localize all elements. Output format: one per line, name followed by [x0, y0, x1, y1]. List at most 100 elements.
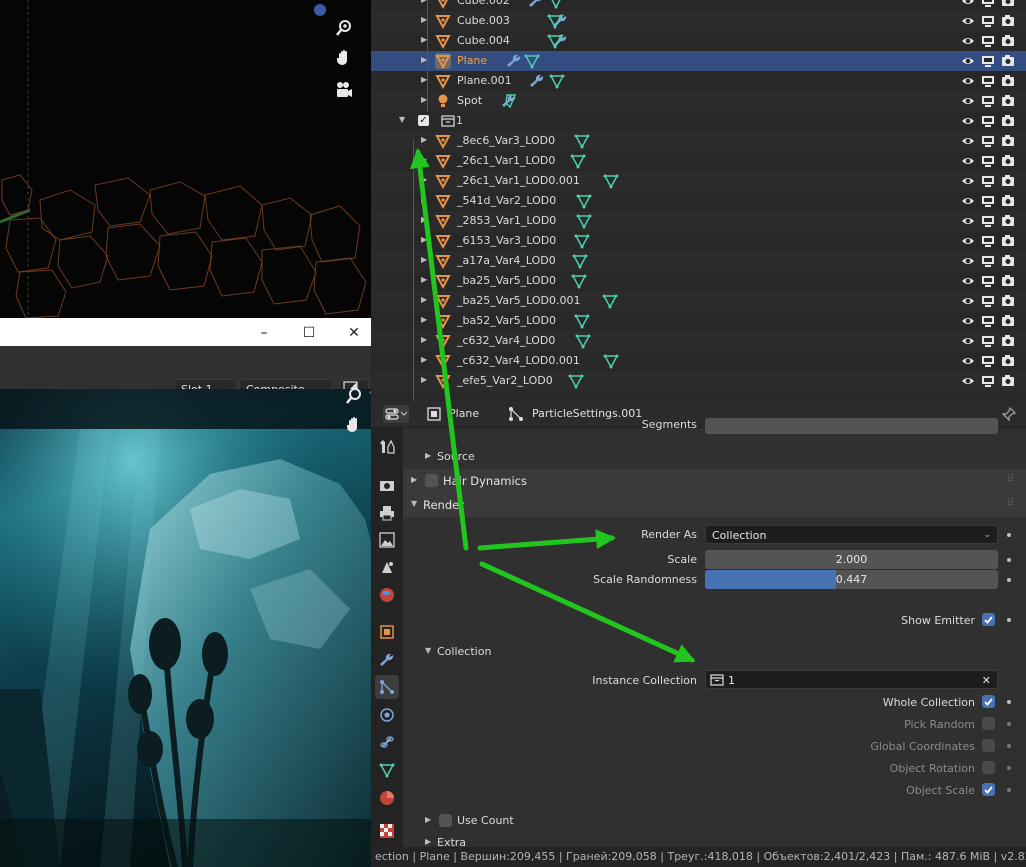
camera-icon[interactable] — [1001, 94, 1015, 108]
pin-icon[interactable] — [1002, 407, 1016, 421]
monitor-icon[interactable] — [981, 194, 995, 208]
mesh-data-icon[interactable] — [576, 193, 592, 209]
outliner-row[interactable]: ▶ Cube.004 — [371, 31, 1026, 51]
eye-icon[interactable] — [961, 334, 975, 348]
whole-collection-checkbox[interactable] — [982, 695, 995, 708]
mesh-data-icon[interactable] — [547, 33, 563, 49]
keyframe-dot[interactable] — [1007, 533, 1011, 537]
3d-viewport[interactable] — [0, 0, 371, 318]
drag-grip-icon[interactable]: ⠿ — [1007, 474, 1015, 485]
tab-texture[interactable] — [375, 819, 399, 843]
monitor-icon[interactable] — [981, 0, 995, 8]
outliner-item-name[interactable]: _8ec6_Var3_LOD0 — [457, 134, 555, 147]
use-count-subpanel[interactable]: ▶ Use Count — [403, 809, 1026, 831]
tab-output[interactable] — [375, 501, 399, 525]
tab-physics[interactable] — [375, 703, 399, 727]
outliner-item-name[interactable]: _26c1_Var1_LOD0 — [457, 154, 555, 167]
mesh-data-icon[interactable] — [549, 73, 565, 89]
mesh-data-icon[interactable] — [548, 0, 564, 9]
keyframe-dot[interactable] — [1007, 788, 1011, 792]
keyframe-dot[interactable] — [1007, 766, 1011, 770]
mesh-data-icon[interactable] — [568, 373, 584, 389]
mesh-data-icon[interactable] — [576, 213, 592, 229]
camera-icon[interactable] — [1001, 74, 1015, 88]
monitor-icon[interactable] — [981, 294, 995, 308]
keyframe-dot[interactable] — [1007, 558, 1011, 562]
extra-subpanel[interactable]: ▶ Extra — [403, 835, 1026, 847]
mesh-data-icon[interactable] — [571, 273, 587, 289]
scale-field[interactable]: 2.000 — [705, 550, 998, 569]
mesh-data-icon[interactable] — [570, 153, 586, 169]
use-count-checkbox[interactable] — [439, 814, 452, 827]
outliner[interactable]: ▶Cube.002▶Cube.003▶Cube.004▶Plane▶Plane.… — [371, 0, 1026, 401]
outliner-item-name[interactable]: _26c1_Var1_LOD0.001 — [457, 174, 580, 187]
camera-icon[interactable] — [1001, 234, 1015, 248]
pick-random-checkbox[interactable] — [982, 717, 995, 730]
tab-data[interactable] — [375, 758, 399, 782]
tab-modifiers[interactable] — [375, 648, 399, 672]
outliner-item-name[interactable]: Spot — [457, 94, 482, 107]
monitor-icon[interactable] — [981, 74, 995, 88]
maximize-button[interactable]: ☐ — [298, 322, 320, 344]
collapsed-arrow-icon[interactable]: ▶ — [421, 155, 427, 164]
collapsed-arrow-icon[interactable]: ▶ — [421, 255, 427, 264]
collapsed-arrow-icon[interactable]: ▶ — [421, 335, 427, 344]
eye-icon[interactable] — [961, 194, 975, 208]
keyframe-dot[interactable] — [1007, 578, 1011, 582]
monitor-icon[interactable] — [981, 154, 995, 168]
keyframe-dot[interactable] — [1007, 744, 1011, 748]
global-coordinates-checkbox[interactable] — [982, 739, 995, 752]
collapsed-arrow-icon[interactable]: ▶ — [421, 315, 427, 324]
mesh-data-icon[interactable] — [574, 233, 590, 249]
keyframe-dot[interactable] — [1007, 722, 1011, 726]
eye-icon[interactable] — [961, 214, 975, 228]
outliner-item-name[interactable]: _c632_Var4_LOD0 — [457, 334, 555, 347]
breadcrumb-object[interactable]: Plane — [449, 407, 479, 420]
eye-icon[interactable] — [961, 134, 975, 148]
zoom-icon[interactable] — [342, 384, 366, 408]
hair-dynamics-panel-header[interactable]: ▶ Hair Dynamics ⠿ — [403, 469, 1026, 493]
outliner-row[interactable]: ▶ _c632_Var4_LOD0 — [371, 331, 1026, 351]
render-panel-header[interactable]: ▼ Render ⠿ — [403, 493, 1026, 517]
camera-icon[interactable] — [1001, 194, 1015, 208]
outliner-item-name[interactable]: _6153_Var3_LOD0 — [457, 234, 556, 247]
tab-material[interactable] — [375, 786, 399, 810]
outliner-item-name[interactable]: _ba52_Var5_LOD0 — [457, 314, 556, 327]
eye-icon[interactable] — [961, 94, 975, 108]
wrench-icon[interactable] — [528, 0, 544, 9]
render-as-dropdown[interactable]: Collection ⌄ — [705, 525, 998, 544]
mesh-data-icon[interactable] — [547, 13, 563, 29]
eye-icon[interactable] — [961, 314, 975, 328]
monitor-icon[interactable] — [981, 214, 995, 228]
collapsed-arrow-icon[interactable]: ▶ — [421, 295, 427, 304]
eye-icon[interactable] — [961, 174, 975, 188]
outliner-row[interactable]: ▶ _26c1_Var1_LOD0 — [371, 151, 1026, 171]
collapsed-arrow-icon[interactable]: ▶ — [421, 195, 427, 204]
outliner-row[interactable]: ▶ Cube.003 — [371, 11, 1026, 31]
collapsed-arrow-icon[interactable]: ▶ — [421, 135, 427, 144]
eye-icon[interactable] — [961, 14, 975, 28]
tab-view-layer[interactable] — [375, 528, 399, 552]
object-scale-checkbox[interactable] — [982, 783, 995, 796]
monitor-icon[interactable] — [981, 234, 995, 248]
monitor-icon[interactable] — [981, 54, 995, 68]
collapsed-arrow-icon[interactable]: ▶ — [421, 175, 427, 184]
keyframe-dot[interactable] — [1007, 618, 1011, 622]
eye-icon[interactable] — [961, 374, 975, 388]
tab-world[interactable] — [375, 583, 399, 607]
outliner-row[interactable]: ▶Cube.002 — [371, 0, 1026, 11]
close-button[interactable]: ✕ — [343, 322, 365, 344]
tab-scene[interactable] — [375, 555, 399, 579]
navigation-gizmo-dot[interactable] — [314, 4, 326, 16]
camera-icon[interactable] — [1001, 334, 1015, 348]
eye-icon[interactable] — [961, 254, 975, 268]
light-data-icon[interactable] — [501, 93, 517, 109]
collection-subpanel-header[interactable]: ▼ Collection — [403, 640, 1026, 662]
eye-icon[interactable] — [961, 34, 975, 48]
collapsed-arrow-icon[interactable]: ▶ — [421, 275, 427, 284]
outliner-row[interactable]: ▶ Plane.001 — [371, 71, 1026, 91]
outliner-row[interactable]: ▶ _c632_Var4_LOD0.001 — [371, 351, 1026, 371]
monitor-icon[interactable] — [981, 94, 995, 108]
outliner-item-name[interactable]: Cube.003 — [457, 14, 510, 27]
mesh-data-icon[interactable] — [575, 333, 591, 349]
